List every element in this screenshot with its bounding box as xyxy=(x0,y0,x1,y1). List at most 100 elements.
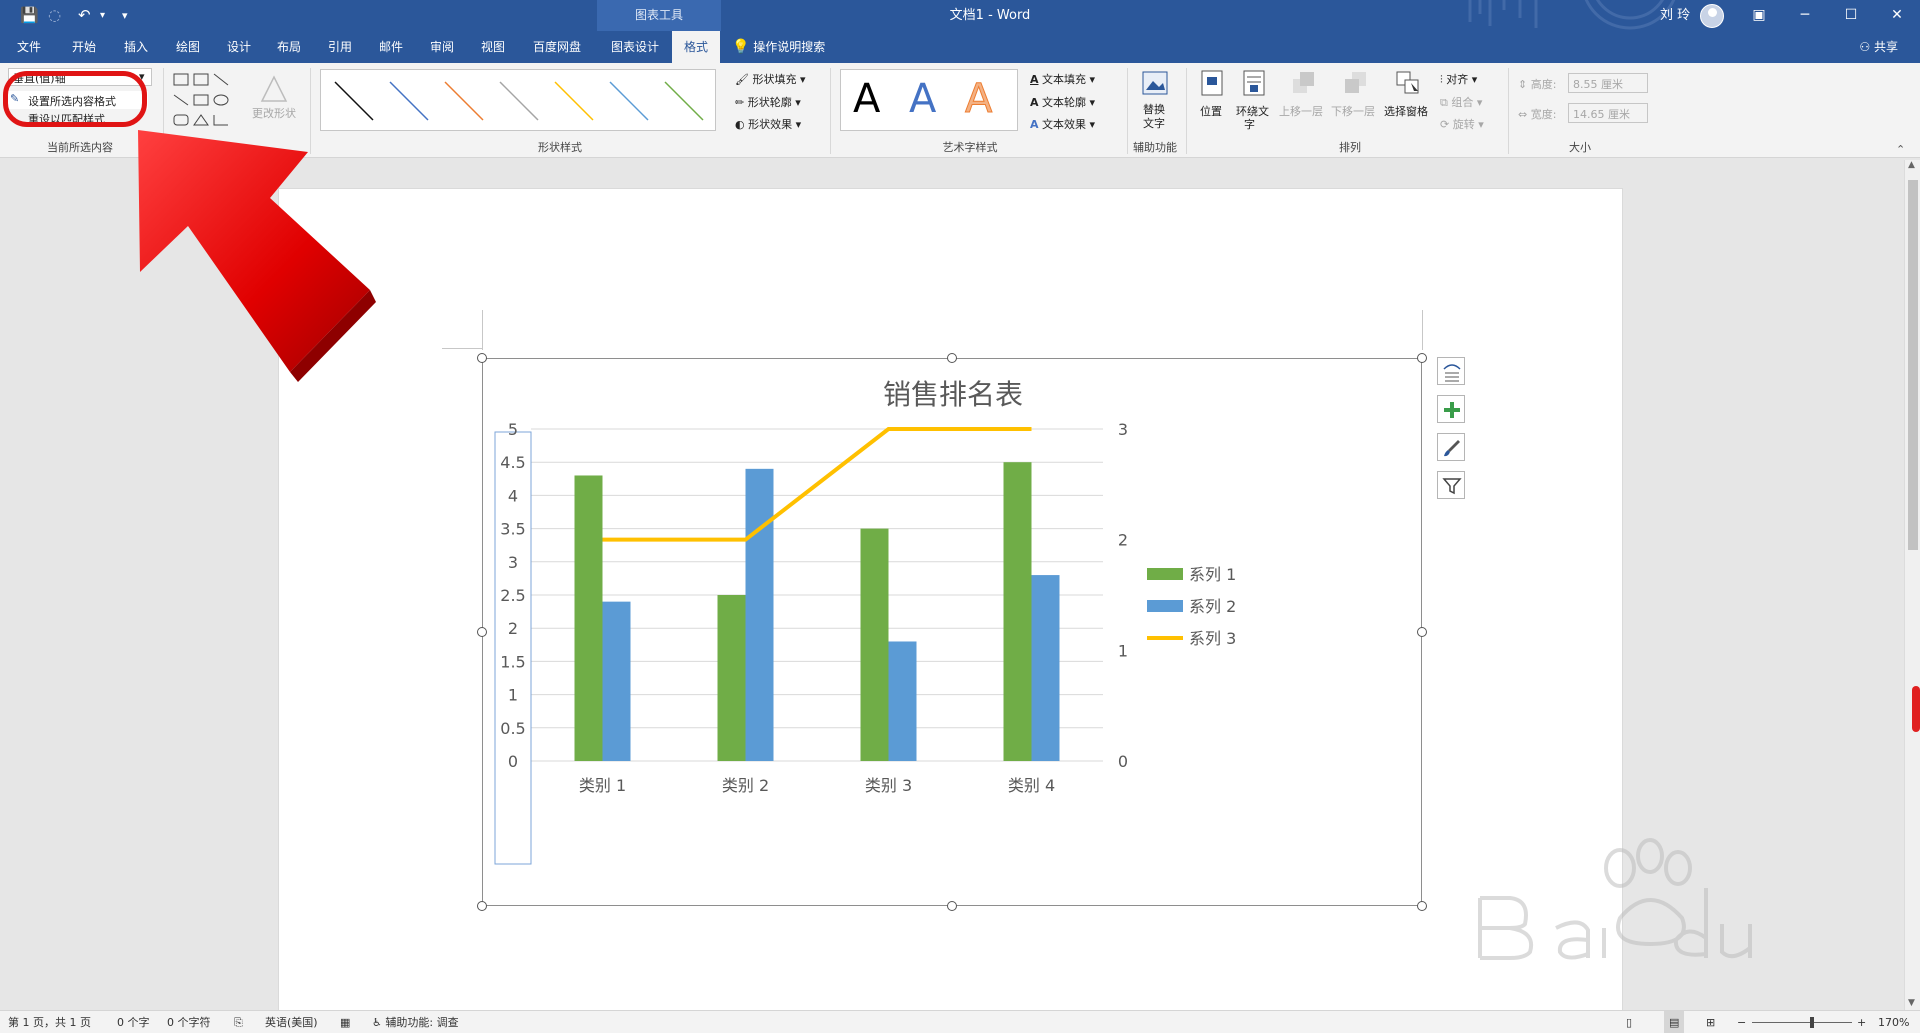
height-input[interactable]: 8.55 厘米 xyxy=(1568,73,1648,93)
legend-swatch[interactable] xyxy=(1147,600,1183,612)
tab-insert[interactable]: 插入 xyxy=(114,31,158,63)
bar-系列2[interactable] xyxy=(888,641,917,761)
page-count[interactable]: 第 1 页，共 1 页 xyxy=(8,1011,91,1033)
resize-handle[interactable] xyxy=(947,901,957,911)
bring-forward-icon[interactable] xyxy=(1290,69,1318,97)
shape-style-line[interactable] xyxy=(554,81,594,121)
user-name[interactable]: 刘 玲 xyxy=(1660,0,1690,31)
shape-style-line[interactable] xyxy=(334,81,374,121)
selection-pane-icon[interactable] xyxy=(1394,69,1422,97)
alt-text-icon[interactable] xyxy=(1140,69,1170,97)
resize-handle[interactable] xyxy=(1417,627,1427,637)
scroll-up-icon[interactable]: ▲ xyxy=(1908,160,1915,170)
combo-chart[interactable]: 00.511.522.533.544.55 0123 类别 1 类别 2 类别 3类… xyxy=(483,359,1423,907)
scroll-down-icon[interactable]: ▼ xyxy=(1908,998,1915,1008)
tab-home[interactable]: 开始 xyxy=(62,31,106,63)
ribbon-display-options-icon[interactable]: ▣ xyxy=(1736,0,1782,31)
bar-系列1[interactable] xyxy=(574,475,603,761)
line-系列3[interactable] xyxy=(602,427,1032,542)
zoom-in-icon[interactable]: + xyxy=(1857,1011,1866,1033)
shape-outline-button[interactable]: ✏ 形状轮廓 ▾ xyxy=(735,94,801,110)
web-layout-icon[interactable]: ⊞ xyxy=(1706,1011,1715,1033)
char-count[interactable]: 0 个字符 xyxy=(167,1011,211,1033)
undo-dropdown-icon[interactable]: ▾ xyxy=(100,10,105,21)
tab-chart-design[interactable]: 图表设计 xyxy=(602,31,668,63)
tab-draw[interactable]: 绘图 xyxy=(166,31,210,63)
word-count[interactable]: 0 个字 xyxy=(117,1011,150,1033)
close-button[interactable]: ✕ xyxy=(1874,0,1920,31)
wordart-orange[interactable]: A xyxy=(964,76,992,123)
read-mode-icon[interactable]: ▯ xyxy=(1626,1011,1632,1033)
legend-swatch[interactable] xyxy=(1147,568,1183,580)
customize-quick-access-icon[interactable]: ▾ xyxy=(122,9,128,22)
resize-handle[interactable] xyxy=(947,353,957,363)
bar-系列2[interactable] xyxy=(745,468,774,761)
tab-baidu-netdisk[interactable]: 百度网盘 xyxy=(524,31,590,63)
tab-review[interactable]: 审阅 xyxy=(420,31,464,63)
bar-系列2[interactable] xyxy=(602,601,631,761)
language-indicator[interactable]: 英语(美国) xyxy=(265,1011,318,1033)
bar-系列1[interactable] xyxy=(1003,462,1032,761)
tab-references[interactable]: 引用 xyxy=(318,31,362,63)
group-button[interactable]: ⧉ 组合 ▾ xyxy=(1440,94,1482,110)
zoom-slider-thumb[interactable] xyxy=(1810,1017,1814,1028)
scrollbar-thumb[interactable] xyxy=(1908,180,1918,550)
rotate-button[interactable]: ⟳ 旋转 ▾ xyxy=(1440,116,1484,132)
collapse-ribbon-icon[interactable]: ⌃ xyxy=(1896,143,1905,156)
restore-button[interactable]: ☐ xyxy=(1828,0,1874,31)
shape-style-line[interactable] xyxy=(389,81,429,121)
track-changes-icon[interactable]: ▦ xyxy=(340,1011,350,1033)
zoom-level[interactable]: 170% xyxy=(1878,1011,1909,1033)
chart-legend[interactable]: 系列 1 系列 2 系列 3 xyxy=(1147,565,1236,648)
chart-title[interactable]: 销售排名表 xyxy=(883,378,1023,411)
resize-handle[interactable] xyxy=(477,901,487,911)
resize-handle[interactable] xyxy=(1417,901,1427,911)
bar-系列1[interactable] xyxy=(717,595,746,761)
accessibility-status[interactable]: ♿ 辅助功能: 调查 xyxy=(372,1011,459,1033)
chart-object[interactable]: 0 0.5 1 1.5 2 2.5 3 3.5 4 4.5 5 0123 类别 1 类别 2 类别 3类… xyxy=(482,358,1422,906)
bar-系列2[interactable] xyxy=(1031,575,1060,761)
autosave-icon[interactable]: ◌ xyxy=(48,6,61,24)
tab-layout[interactable]: 布局 xyxy=(267,31,311,63)
text-fill-button[interactable]: A 文本填充 ▾ xyxy=(1030,71,1095,87)
shape-effects-button[interactable]: ◐ 形状效果 ▾ xyxy=(735,116,801,132)
vertical-scrollbar[interactable]: ▲ ▼ xyxy=(1904,160,1920,1010)
chart-styles-button[interactable] xyxy=(1437,433,1465,461)
resize-handle[interactable] xyxy=(477,627,487,637)
print-layout-icon[interactable]: ▤ xyxy=(1664,1011,1685,1033)
tab-view[interactable]: 视图 xyxy=(471,31,515,63)
bar-系列1[interactable] xyxy=(860,528,889,761)
wordart-black[interactable]: A xyxy=(853,76,880,122)
align-button[interactable]: ⫶ 对齐 ▾ xyxy=(1440,71,1477,87)
layout-options-button[interactable] xyxy=(1437,357,1465,385)
shape-style-line[interactable] xyxy=(499,81,539,121)
wrap-text-icon[interactable] xyxy=(1240,69,1268,97)
chart-elements-button[interactable] xyxy=(1437,395,1465,423)
zoom-slider[interactable] xyxy=(1752,1022,1852,1023)
tab-file[interactable]: 文件 xyxy=(8,31,50,63)
text-outline-button[interactable]: A 文本轮廓 ▾ xyxy=(1030,94,1095,110)
tab-design[interactable]: 设计 xyxy=(217,31,261,63)
save-icon[interactable]: 💾 xyxy=(20,6,39,24)
resize-handle[interactable] xyxy=(477,353,487,363)
tell-me-search[interactable]: 💡 操作说明搜索 xyxy=(732,31,882,63)
shape-fill-button[interactable]: 🖌 形状填充 ▾ xyxy=(735,71,806,87)
shape-style-line[interactable] xyxy=(664,81,704,121)
position-icon[interactable] xyxy=(1198,69,1226,97)
width-input[interactable]: 14.65 厘米 xyxy=(1568,103,1648,123)
shape-style-line[interactable] xyxy=(609,81,649,121)
wordart-blue[interactable]: A xyxy=(909,76,936,122)
text-effects-button[interactable]: A 文本效果 ▾ xyxy=(1030,116,1095,132)
resize-handle[interactable] xyxy=(1417,353,1427,363)
tab-format[interactable]: 格式 xyxy=(672,31,720,63)
send-backward-icon[interactable] xyxy=(1342,69,1370,97)
proofing-icon[interactable]: ⎘ xyxy=(234,1011,243,1033)
tab-mailings[interactable]: 邮件 xyxy=(369,31,413,63)
wordart-styles-gallery[interactable]: A A A xyxy=(840,69,1018,131)
undo-icon[interactable]: ↶ xyxy=(78,6,91,24)
user-avatar[interactable] xyxy=(1700,4,1724,28)
share-button[interactable]: ⚇ 共享 xyxy=(1859,31,1898,63)
minimize-button[interactable]: ─ xyxy=(1782,0,1828,31)
zoom-out-icon[interactable]: − xyxy=(1737,1011,1746,1033)
chart-filters-button[interactable] xyxy=(1437,471,1465,499)
